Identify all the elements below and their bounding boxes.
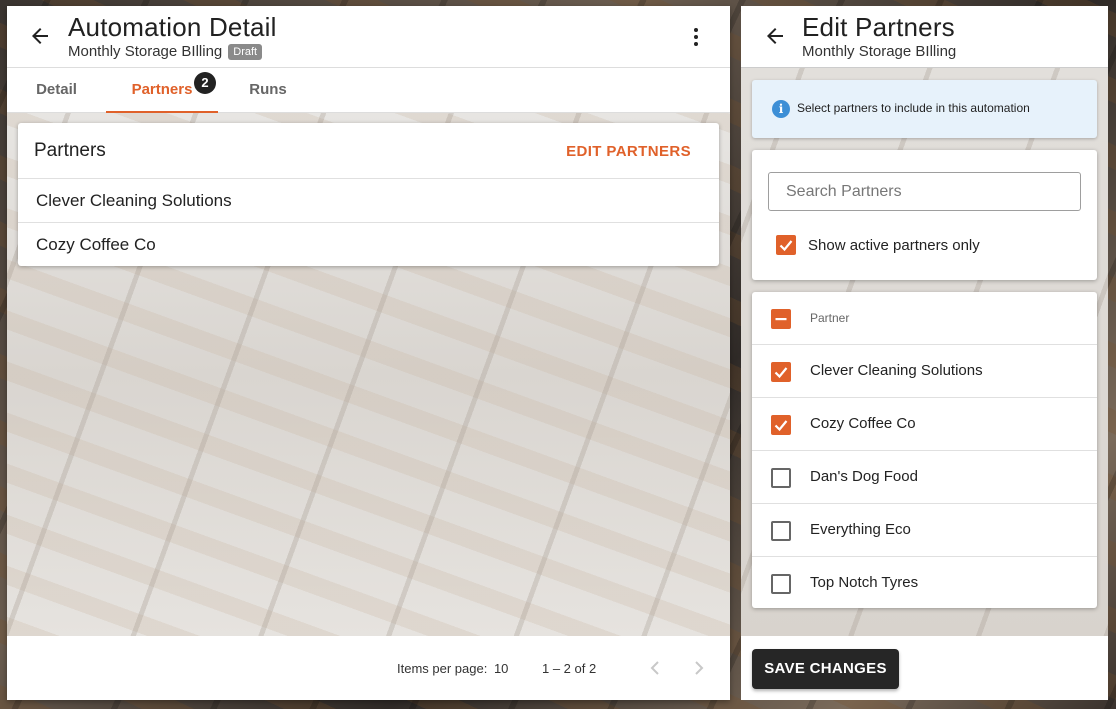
panel-subtitle: Monthly Storage BIlling bbox=[802, 43, 957, 60]
list-header-label: Partner bbox=[810, 311, 850, 325]
partner-name: Cozy Coffee Co bbox=[810, 415, 916, 432]
tab-partners[interactable]: Partners 2 bbox=[106, 68, 218, 113]
page-title: Automation Detail bbox=[68, 12, 277, 42]
partner-checkbox[interactable] bbox=[771, 574, 791, 594]
partner-name: Top Notch Tyres bbox=[810, 574, 919, 591]
partner-row: Clever Cleaning Solutions bbox=[18, 179, 719, 223]
partner-checkbox[interactable] bbox=[771, 415, 791, 435]
partner-row: Cozy Coffee Co bbox=[36, 235, 156, 254]
info-text: Select partners to include in this autom… bbox=[797, 101, 1030, 115]
partners-card-header: Partners EDIT PARTNERS bbox=[18, 123, 719, 179]
items-per-page-label: Items per page: bbox=[397, 661, 488, 676]
partner-checkbox[interactable] bbox=[771, 468, 791, 488]
list-item[interactable]: Everything Eco bbox=[752, 504, 1097, 557]
partner-checkbox[interactable] bbox=[771, 362, 791, 382]
status-badge: Draft bbox=[228, 44, 263, 60]
active-only-checkbox[interactable] bbox=[776, 235, 796, 255]
partner-name: Dan's Dog Food bbox=[810, 468, 918, 485]
automation-detail-panel: Automation Detail Monthly Storage BIllin… bbox=[7, 6, 730, 700]
list-item[interactable]: Dan's Dog Food bbox=[752, 451, 1097, 504]
partners-card-title: Partners bbox=[34, 140, 106, 161]
filter-card: Search Partners Show active partners onl… bbox=[752, 150, 1097, 280]
partner-name: Clever Cleaning Solutions bbox=[810, 362, 983, 379]
partner-name: Everything Eco bbox=[810, 521, 911, 538]
edit-header: Edit Partners Monthly Storage BIlling bbox=[741, 6, 1108, 68]
tab-bar: Detail Partners 2 Runs bbox=[7, 68, 730, 113]
list-header-row: Partner bbox=[752, 292, 1097, 345]
partner-list: Partner Clever Cleaning Solutions Cozy C… bbox=[752, 292, 1097, 608]
paginator: Items per page: 10 1 – 2 of 2 bbox=[7, 636, 730, 700]
panel-title: Edit Partners bbox=[802, 12, 955, 42]
tab-runs[interactable]: Runs bbox=[218, 68, 318, 113]
page-subtitle: Monthly Storage BIlling Draft bbox=[68, 43, 263, 60]
page-range: 1 – 2 of 2 bbox=[542, 661, 597, 676]
search-input[interactable]: Search Partners bbox=[768, 172, 1081, 211]
chevron-right-icon[interactable] bbox=[691, 658, 707, 678]
edit-partners-button[interactable]: EDIT PARTNERS bbox=[566, 143, 691, 160]
list-item[interactable]: Clever Cleaning Solutions bbox=[752, 345, 1097, 398]
more-vert-icon[interactable] bbox=[686, 25, 706, 49]
edit-partners-panel: Edit Partners Monthly Storage BIlling i … bbox=[741, 6, 1108, 700]
tab-content: Partners EDIT PARTNERS Clever Cleaning S… bbox=[7, 113, 730, 636]
items-per-page-select[interactable]: 10 bbox=[494, 661, 508, 676]
back-arrow-icon[interactable] bbox=[763, 24, 787, 48]
items-per-page: Items per page: 10 bbox=[397, 661, 508, 676]
info-icon: i bbox=[772, 100, 790, 118]
edit-partners-body: i Select partners to include in this aut… bbox=[741, 68, 1108, 636]
back-arrow-icon[interactable] bbox=[28, 24, 52, 48]
partners-count-badge: 2 bbox=[194, 72, 216, 94]
save-changes-button[interactable]: SAVE CHANGES bbox=[752, 649, 899, 689]
active-only-label: Show active partners only bbox=[808, 237, 980, 254]
detail-header: Automation Detail Monthly Storage BIllin… bbox=[7, 6, 730, 68]
edit-footer: SAVE CHANGES bbox=[741, 636, 1108, 700]
automation-name: Monthly Storage BIlling bbox=[68, 43, 223, 60]
info-banner: i Select partners to include in this aut… bbox=[752, 80, 1097, 138]
select-all-checkbox[interactable] bbox=[771, 309, 791, 329]
tab-detail[interactable]: Detail bbox=[7, 68, 106, 113]
partner-checkbox[interactable] bbox=[771, 521, 791, 541]
partners-card: Partners EDIT PARTNERS Clever Cleaning S… bbox=[18, 123, 719, 266]
list-item[interactable]: Top Notch Tyres bbox=[752, 557, 1097, 610]
chevron-left-icon[interactable] bbox=[647, 658, 663, 678]
tab-partners-label: Partners bbox=[131, 81, 193, 98]
list-item[interactable]: Cozy Coffee Co bbox=[752, 398, 1097, 451]
